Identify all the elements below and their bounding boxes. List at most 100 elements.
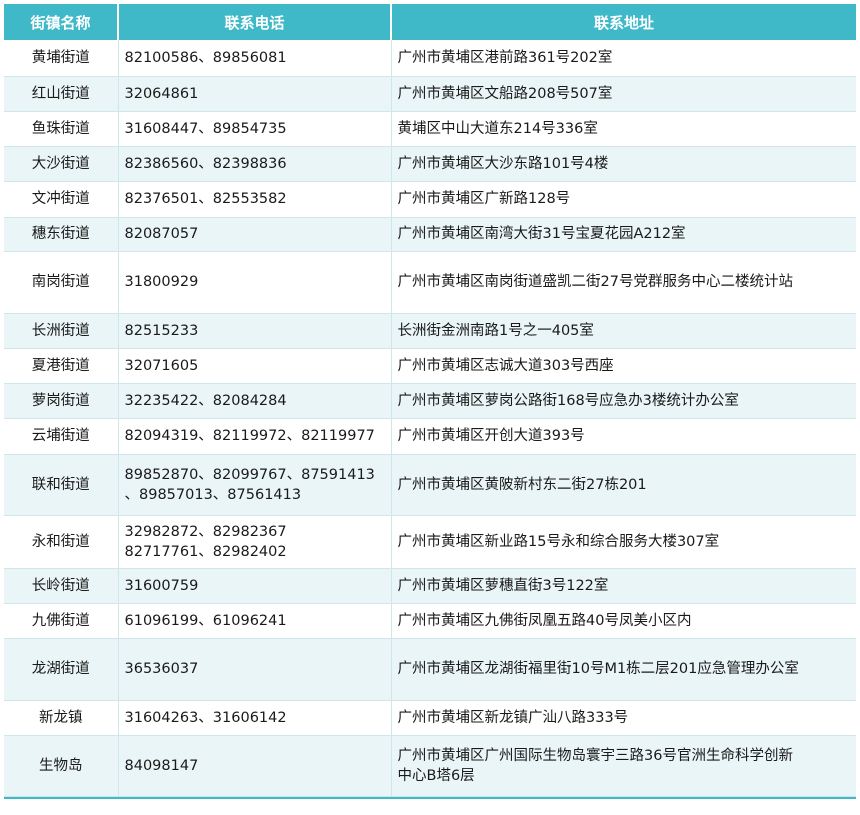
table-row: 萝岗街道 32235422、82084284 广州市黄埔区萝岗公路街168号应急办3… bbox=[4, 383, 856, 419]
address-line: 广州市黄埔区南湾大街31号宝夏花园A212室 bbox=[397, 226, 686, 242]
bottom-rule bbox=[4, 796, 856, 799]
phone-cell: 36536037 bbox=[118, 638, 392, 701]
town-name-cell: 云埔街道 bbox=[4, 418, 119, 455]
table-row: 永和街道 32982872、82982367 82717761、82982402 广州… bbox=[4, 515, 856, 569]
address-line: 广州市黄埔区黄陂新村东二街27栋201 bbox=[397, 476, 647, 493]
address-cell: 广州市黄埔区开创大道393号 bbox=[391, 418, 856, 455]
town-name-cell: 联和街道 bbox=[4, 454, 119, 516]
address-cell: 广州市黄埔区大沙东路101号4楼 bbox=[391, 146, 856, 182]
phone-cell: 82087057 bbox=[118, 217, 392, 252]
address-cell: 广州市黄埔区黄陂新村东二街27栋201 bbox=[391, 454, 856, 516]
table-body: 黄埔街道 82100586、89856081 广州市黄埔区港前路361号202室 红山… bbox=[4, 40, 856, 797]
header-address: 联系地址 bbox=[391, 4, 856, 40]
phone-cell: 32235422、82084284 bbox=[118, 383, 392, 419]
phone-line: 82094319、82119972、82119977 bbox=[124, 428, 375, 444]
table-row: 九佛街道 61096199、61096241 广州市黄埔区九佛街凤凰五路40号凤美小… bbox=[4, 603, 856, 639]
town-name-cell: 文冲街道 bbox=[4, 181, 119, 218]
address-line: 长洲街金洲南路1号之一405室 bbox=[397, 322, 594, 339]
table-row: 文冲街道 82376501、82553582 广州市黄埔区广新路128号 bbox=[4, 181, 856, 218]
address-cell: 黄埔区中山大道东214号336室 bbox=[391, 111, 856, 147]
contact-table: 街镇名称 联系电话 联系地址 黄埔街道 82100586、89856081 广州市黄… bbox=[4, 4, 856, 797]
table-row: 大沙街道 82386560、82398836 广州市黄埔区大沙东路101号4楼 bbox=[4, 146, 856, 182]
phone-line: 84098147 bbox=[124, 757, 199, 774]
phone-line: 32982872、82982367 bbox=[124, 523, 287, 540]
town-name-cell: 南岗街道 bbox=[4, 251, 119, 314]
header-phone: 联系电话 bbox=[118, 4, 392, 40]
phone-line: 、89857013、87561413 bbox=[124, 486, 302, 503]
phone-cell: 84098147 bbox=[118, 735, 392, 797]
phone-cell: 61096199、61096241 bbox=[118, 603, 392, 639]
town-name-cell: 鱼珠街道 bbox=[4, 111, 119, 147]
address-line: 广州市黄埔区开创大道393号 bbox=[397, 428, 585, 444]
header-row: 街镇名称 联系电话 联系地址 bbox=[4, 4, 856, 40]
phone-cell: 32064861 bbox=[118, 76, 392, 112]
phone-line: 82386560、82398836 bbox=[124, 155, 287, 172]
town-name-cell: 穗东街道 bbox=[4, 217, 119, 252]
phone-cell: 31604263、31606142 bbox=[118, 700, 392, 736]
address-cell: 广州市黄埔区广新路128号 bbox=[391, 181, 856, 218]
phone-line: 31604263、31606142 bbox=[124, 709, 287, 726]
table-row: 鱼珠街道 31608447、89854735 黄埔区中山大道东214号336室 bbox=[4, 111, 856, 147]
table-row: 黄埔街道 82100586、89856081 广州市黄埔区港前路361号202室 bbox=[4, 40, 856, 77]
town-name-cell: 永和街道 bbox=[4, 515, 119, 569]
phone-cell: 31600759 bbox=[118, 568, 392, 604]
contact-table-container: 街镇名称 联系电话 联系地址 黄埔街道 82100586、89856081 广州市黄… bbox=[4, 4, 856, 799]
town-name-cell: 九佛街道 bbox=[4, 603, 119, 639]
phone-line: 32071605 bbox=[124, 357, 199, 374]
table-row: 红山街道 32064861 广州市黄埔区文船路208号507室 bbox=[4, 76, 856, 112]
address-line: 广州市黄埔区广新路128号 bbox=[397, 191, 571, 207]
phone-cell: 31800929 bbox=[118, 251, 392, 314]
address-line: 广州市黄埔区南岗街道盛凯二街27号党群服务中心二楼统计站 bbox=[397, 274, 793, 290]
table-row: 夏港街道 32071605 广州市黄埔区志诚大道303号西座 bbox=[4, 348, 856, 384]
phone-line: 31600759 bbox=[124, 577, 199, 594]
table-row: 长洲街道 82515233 长洲街金洲南路1号之一405室 bbox=[4, 313, 856, 349]
address-cell: 广州市黄埔区新业路15号永和综合服务大楼307室 bbox=[391, 515, 856, 569]
address-line: 广州市黄埔区萝穗直街3号122室 bbox=[397, 577, 609, 594]
phone-cell: 31608447、89854735 bbox=[118, 111, 392, 147]
address-line: 广州市黄埔区新业路15号永和综合服务大楼307室 bbox=[397, 533, 720, 550]
town-name-cell: 萝岗街道 bbox=[4, 383, 119, 419]
address-cell: 广州市黄埔区志诚大道303号西座 bbox=[391, 348, 856, 384]
address-line: 中心B塔6层 bbox=[397, 767, 475, 784]
address-cell: 广州市黄埔区萝穗直街3号122室 bbox=[391, 568, 856, 604]
phone-line: 61096199、61096241 bbox=[124, 612, 287, 629]
phone-cell: 89852870、82099767、87591413 、89857013、8756… bbox=[118, 454, 392, 516]
town-name-cell: 长岭街道 bbox=[4, 568, 119, 604]
address-line: 广州市黄埔区萝岗公路街168号应急办3楼统计办公室 bbox=[397, 392, 739, 409]
table-header: 街镇名称 联系电话 联系地址 bbox=[4, 4, 856, 40]
address-cell: 广州市黄埔区九佛街凤凰五路40号凤美小区内 bbox=[391, 603, 856, 639]
phone-cell: 82100586、89856081 bbox=[118, 40, 392, 77]
address-cell: 广州市黄埔区南湾大街31号宝夏花园A212室 bbox=[391, 217, 856, 252]
address-line: 广州市黄埔区九佛街凤凰五路40号凤美小区内 bbox=[397, 612, 692, 629]
address-line: 黄埔区中山大道东214号336室 bbox=[397, 120, 598, 137]
address-cell: 广州市黄埔区龙湖街福里街10号M1栋二层201应急管理办公室 bbox=[391, 638, 856, 701]
address-cell: 广州市黄埔区南岗街道盛凯二街27号党群服务中心二楼统计站 bbox=[391, 251, 856, 314]
phone-line: 36536037 bbox=[124, 661, 199, 677]
address-cell: 广州市黄埔区新龙镇广汕八路333号 bbox=[391, 700, 856, 736]
phone-line: 82087057 bbox=[124, 226, 199, 242]
address-cell: 广州市黄埔区文船路208号507室 bbox=[391, 76, 856, 112]
table-row: 龙湖街道 36536037 广州市黄埔区龙湖街福里街10号M1栋二层201应急管理办… bbox=[4, 638, 856, 701]
town-name-cell: 生物岛 bbox=[4, 735, 119, 797]
address-cell: 广州市黄埔区广州国际生物岛寰宇三路36号官洲生命科学创新 中心B塔6层 bbox=[391, 735, 856, 797]
table-row: 联和街道 89852870、82099767、87591413 、89857013、… bbox=[4, 454, 856, 516]
town-name-cell: 大沙街道 bbox=[4, 146, 119, 182]
phone-cell: 82515233 bbox=[118, 313, 392, 349]
table-row: 南岗街道 31800929 广州市黄埔区南岗街道盛凯二街27号党群服务中心二楼统计站 bbox=[4, 251, 856, 314]
address-line: 广州市黄埔区志诚大道303号西座 bbox=[397, 357, 614, 374]
table-row: 穗东街道 82087057 广州市黄埔区南湾大街31号宝夏花园A212室 bbox=[4, 217, 856, 252]
town-name-cell: 龙湖街道 bbox=[4, 638, 119, 701]
phone-line: 89852870、82099767、87591413 bbox=[124, 466, 375, 483]
table-row: 新龙镇 31604263、31606142 广州市黄埔区新龙镇广汕八路333号 bbox=[4, 700, 856, 736]
header-town-name: 街镇名称 bbox=[4, 4, 119, 40]
phone-line: 82515233 bbox=[124, 322, 199, 339]
town-name-cell: 夏港街道 bbox=[4, 348, 119, 384]
table-row: 生物岛 84098147 广州市黄埔区广州国际生物岛寰宇三路36号官洲生命科学创新中… bbox=[4, 735, 856, 797]
phone-cell: 82376501、82553582 bbox=[118, 181, 392, 218]
phone-line: 82717761、82982402 bbox=[124, 543, 287, 560]
phone-line: 31608447、89854735 bbox=[124, 120, 287, 137]
table-row: 长岭街道 31600759 广州市黄埔区萝穗直街3号122室 bbox=[4, 568, 856, 604]
phone-line: 32235422、82084284 bbox=[124, 392, 287, 409]
phone-cell: 82386560、82398836 bbox=[118, 146, 392, 182]
address-line: 广州市黄埔区大沙东路101号4楼 bbox=[397, 155, 609, 172]
